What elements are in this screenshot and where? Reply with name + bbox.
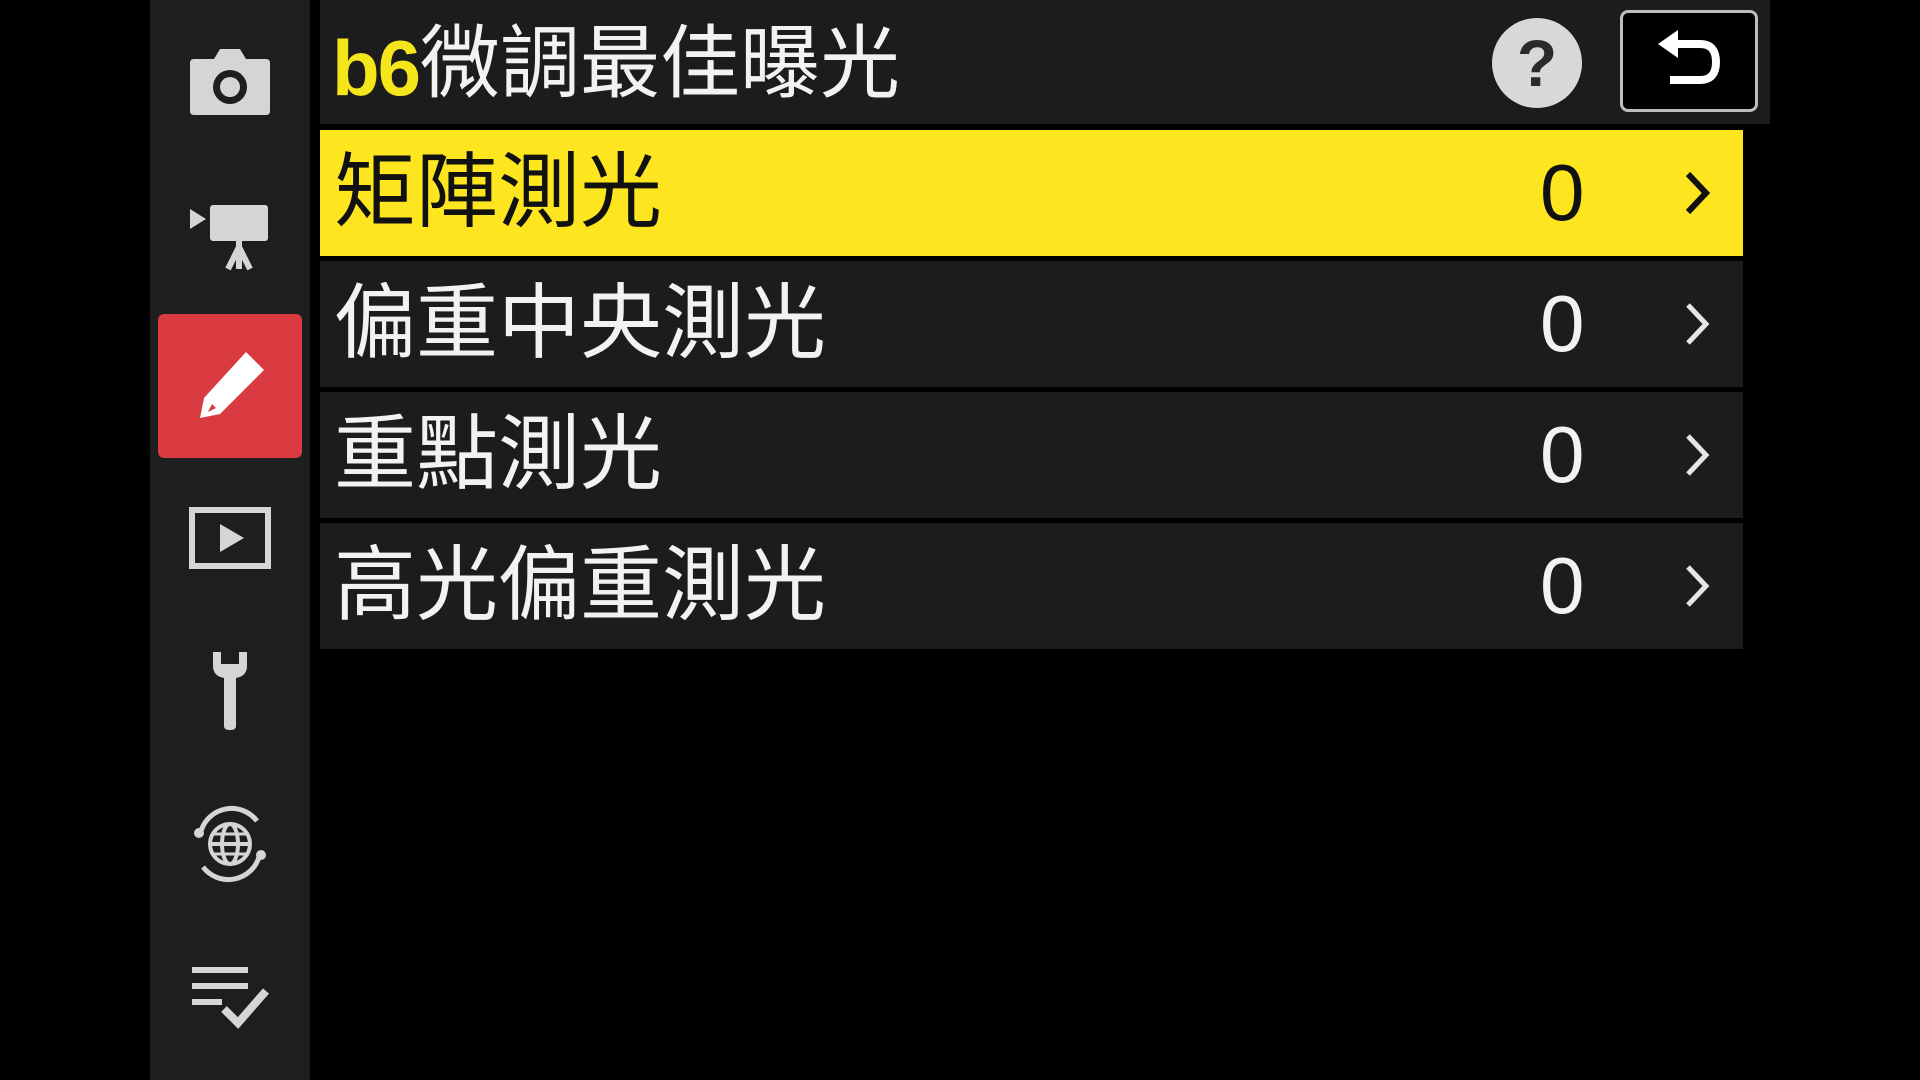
- metering-fine-tune-list: 矩陣測光 0 偏重中央測光 0 重點測光 0 高光偏重測光 0: [320, 130, 1743, 654]
- menu-header: b6 微調最佳曝光 ?: [320, 0, 1770, 124]
- help-icon: ?: [1516, 26, 1558, 100]
- menu-item-value: 0: [1540, 279, 1585, 368]
- camera-menu-screen: b6 微調最佳曝光 ? 矩陣測光 0 偏重中央測光 0 重點測光 0 高光偏重測…: [0, 0, 1920, 1080]
- help-button[interactable]: ?: [1492, 18, 1582, 108]
- tab-photo-shooting-menu[interactable]: [158, 10, 302, 154]
- tab-custom-settings-menu[interactable]: [158, 314, 302, 458]
- page-title: 微調最佳曝光: [420, 17, 900, 110]
- tab-movie-recording-menu[interactable]: [158, 164, 302, 308]
- tab-setup-menu[interactable]: [158, 618, 302, 762]
- tab-network-menu[interactable]: [158, 772, 302, 916]
- menu-item-label: 偏重中央測光: [334, 276, 827, 371]
- chevron-right-icon: [1686, 434, 1710, 476]
- camera-icon: [190, 49, 270, 115]
- my-menu-checklist-icon: [192, 967, 270, 1029]
- menu-item-label: 重點測光: [334, 407, 663, 502]
- menu-item-value: 0: [1540, 148, 1585, 237]
- network-globe-icon: [194, 805, 266, 883]
- menu-item-label: 高光偏重測光: [334, 538, 827, 633]
- pencil-icon: [200, 352, 264, 418]
- menu-item-highlight-weighted-metering[interactable]: 高光偏重測光 0: [320, 523, 1743, 649]
- tab-playback-menu[interactable]: [158, 466, 302, 610]
- tab-my-menu[interactable]: [158, 924, 302, 1068]
- movie-camera-icon: [190, 205, 268, 271]
- menu-item-center-weighted-metering[interactable]: 偏重中央測光 0: [320, 261, 1743, 387]
- menu-code: b6: [332, 24, 421, 112]
- menu-item-spot-metering[interactable]: 重點測光 0: [320, 392, 1743, 518]
- menu-tab-sidebar: [150, 0, 310, 1080]
- wrench-icon: [213, 652, 247, 730]
- back-button[interactable]: [1620, 10, 1758, 112]
- menu-item-label: 矩陣測光: [334, 145, 663, 240]
- chevron-right-icon: [1686, 565, 1710, 607]
- return-arrow-icon: [1658, 30, 1721, 84]
- chevron-right-icon: [1685, 171, 1711, 215]
- menu-item-value: 0: [1540, 541, 1585, 630]
- chevron-right-icon: [1686, 303, 1710, 345]
- playback-icon: [189, 507, 271, 569]
- menu-item-matrix-metering[interactable]: 矩陣測光 0: [320, 130, 1743, 256]
- menu-item-value: 0: [1540, 410, 1585, 499]
